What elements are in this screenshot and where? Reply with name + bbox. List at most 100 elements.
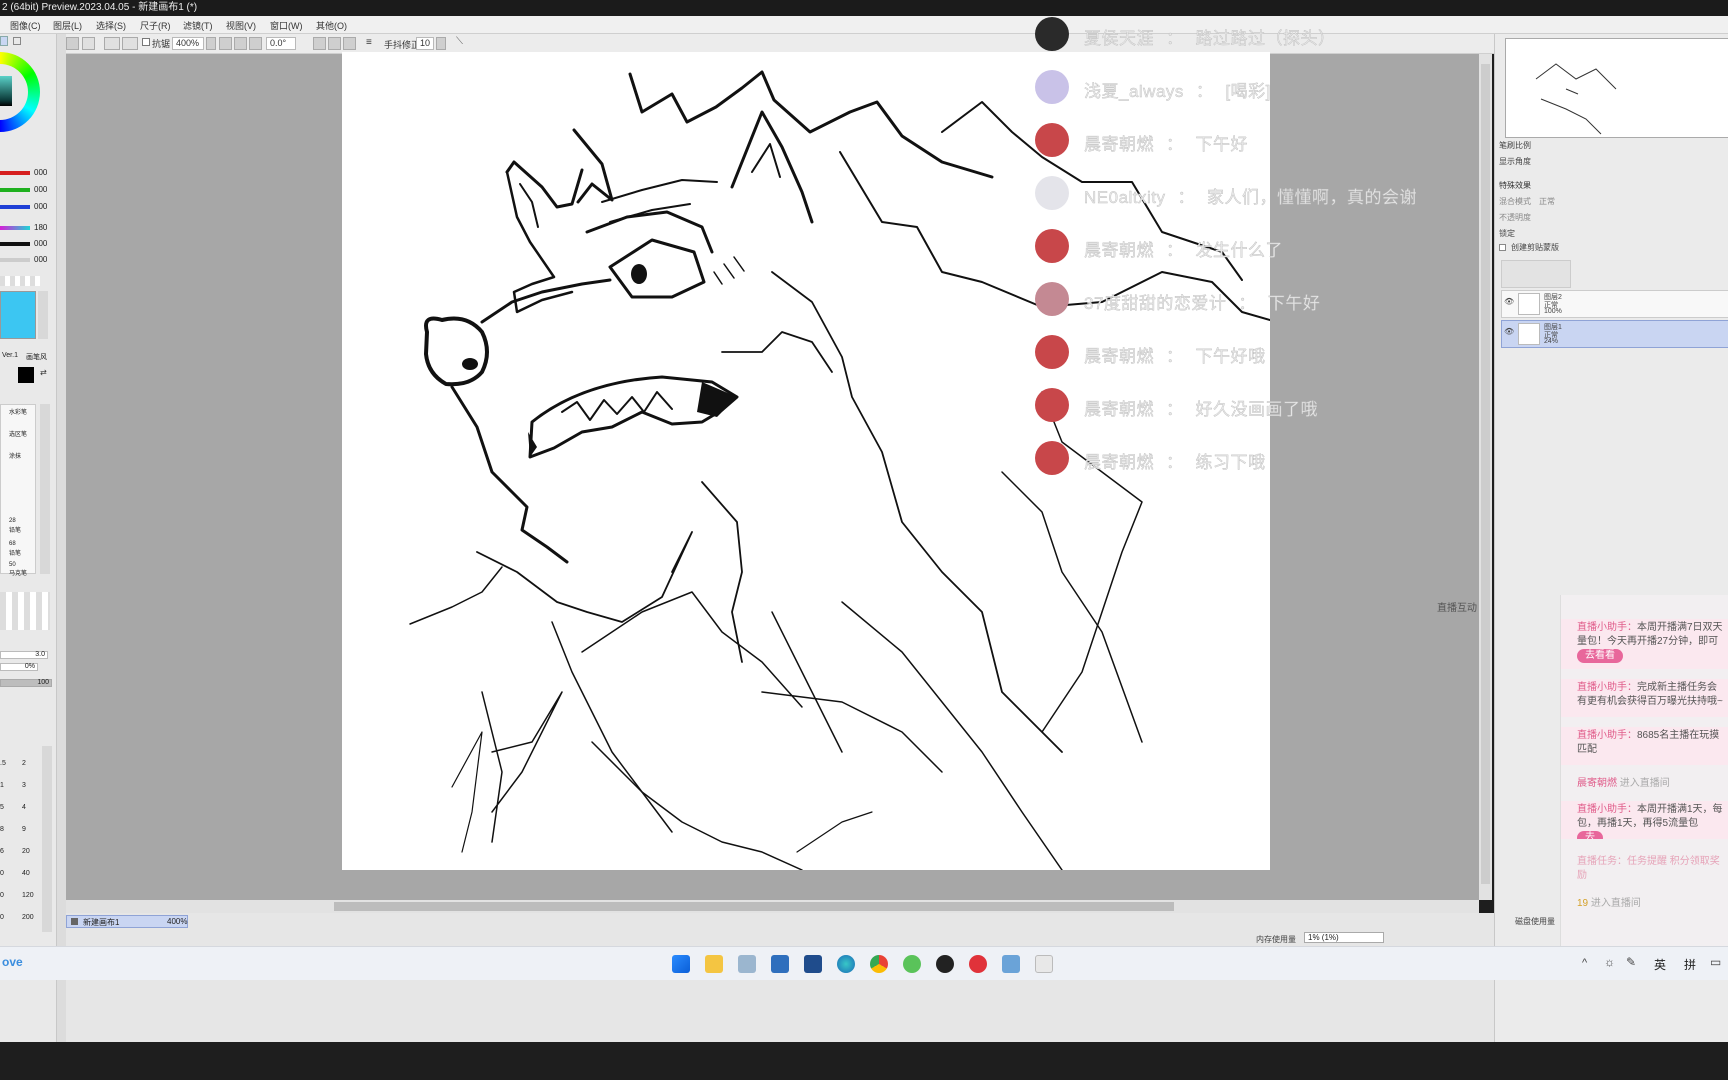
- invert-button[interactable]: [122, 37, 138, 50]
- document-tab[interactable]: 新建画布1 400%: [66, 915, 188, 928]
- start-icon[interactable]: [672, 955, 690, 973]
- brush-list-scrollbar[interactable]: [40, 404, 50, 574]
- swap-colors-icon[interactable]: ⇄: [40, 368, 47, 377]
- size-cell[interactable]: 200: [22, 914, 34, 921]
- size-cell[interactable]: 3: [22, 782, 26, 789]
- rotate-reset-button[interactable]: [343, 37, 356, 50]
- qq-icon[interactable]: [936, 955, 954, 973]
- undo-button[interactable]: [66, 37, 79, 50]
- menu-window[interactable]: 窗口(W): [270, 19, 303, 32]
- val-slider[interactable]: [0, 258, 30, 262]
- size-cell[interactable]: 4: [22, 804, 26, 811]
- rotation-field[interactable]: 0.0°: [266, 37, 296, 50]
- size-cell[interactable]: 0: [0, 914, 4, 921]
- ime-english-label[interactable]: 英: [1654, 956, 1666, 973]
- size-cell[interactable]: 6: [0, 848, 4, 855]
- brush-selection[interactable]: 选区笔: [9, 429, 27, 438]
- photos-icon[interactable]: [738, 955, 756, 973]
- size-cell[interactable]: 5: [0, 804, 4, 811]
- ime-pinyin-label[interactable]: 拼: [1684, 956, 1696, 973]
- store-icon[interactable]: [804, 955, 822, 973]
- val-value[interactable]: 000: [34, 255, 47, 264]
- screen-icon[interactable]: ▭: [1710, 955, 1721, 969]
- go-see-button[interactable]: 去看看: [1577, 649, 1623, 663]
- brush-min-size-slider[interactable]: 0%: [0, 663, 38, 671]
- zoom-dropdown[interactable]: [206, 37, 216, 50]
- red-slider[interactable]: [0, 171, 30, 175]
- flip-icon[interactable]: ≡: [366, 37, 372, 48]
- scroll-thumb[interactable]: [334, 902, 1174, 911]
- hue-value[interactable]: 180: [34, 223, 47, 232]
- menu-image[interactable]: 图像(C): [10, 19, 41, 32]
- menu-filter[interactable]: 滤镜(T): [183, 19, 213, 32]
- size-cell[interactable]: 40: [22, 870, 30, 877]
- zoom-reset-button[interactable]: [249, 37, 262, 50]
- size-cell[interactable]: 1: [0, 782, 4, 789]
- size-cell[interactable]: 0: [0, 892, 4, 899]
- panel-tab[interactable]: [0, 36, 8, 46]
- rotate-left-button[interactable]: [313, 37, 326, 50]
- red-value[interactable]: 000: [34, 168, 47, 177]
- taskbar-widget-text[interactable]: ove: [2, 955, 23, 969]
- primary-color-box[interactable]: [18, 367, 34, 383]
- netease-music-icon[interactable]: [969, 955, 987, 973]
- app-icon[interactable]: [1002, 955, 1020, 973]
- sat-slider[interactable]: [0, 242, 30, 246]
- brush-smudge[interactable]: 涂抹: [9, 451, 21, 460]
- green-slider[interactable]: [0, 188, 30, 192]
- scroll-thumb[interactable]: [1481, 64, 1490, 884]
- swatch-row[interactable]: [0, 276, 40, 286]
- anti-alias-checkbox[interactable]: [142, 38, 150, 46]
- tool-tab-brush-style[interactable]: 画笔风: [26, 352, 47, 362]
- vertical-scrollbar[interactable]: [1479, 54, 1492, 900]
- swatch-scrollbar[interactable]: [38, 291, 48, 339]
- redo-button[interactable]: [82, 37, 95, 50]
- stabilizer-field[interactable]: 10: [416, 37, 434, 50]
- paint-tool-sai-icon[interactable]: [1035, 955, 1053, 973]
- brush-pencil-1[interactable]: 铅笔: [9, 525, 21, 534]
- file-explorer-icon[interactable]: [705, 955, 723, 973]
- menu-select[interactable]: 选择(S): [96, 19, 126, 32]
- chevron-up-icon[interactable]: ^: [1582, 957, 1587, 969]
- menu-view[interactable]: 视图(V): [226, 19, 256, 32]
- blue-value[interactable]: 000: [34, 202, 47, 211]
- clipping-mask-checkbox[interactable]: [1499, 244, 1506, 251]
- size-cell[interactable]: 0: [0, 870, 4, 877]
- eye-icon[interactable]: 👁: [1504, 327, 1514, 336]
- brush-density-slider[interactable]: 100: [0, 679, 52, 687]
- go-button[interactable]: 去: [1577, 831, 1603, 839]
- color-square[interactable]: [0, 76, 12, 106]
- hue-slider[interactable]: [0, 226, 30, 230]
- size-cell[interactable]: 120: [22, 892, 34, 899]
- layer-row-selected[interactable]: 👁 图层1 正常 24%: [1501, 320, 1728, 348]
- layer-toolbar[interactable]: [1501, 260, 1571, 288]
- edge-icon[interactable]: [837, 955, 855, 973]
- brush-watercolor[interactable]: 水彩笔: [9, 407, 27, 416]
- menu-ruler[interactable]: 尺子(R): [140, 19, 171, 32]
- zoom-out-button[interactable]: [219, 37, 232, 50]
- deselect-button[interactable]: [104, 37, 120, 50]
- eye-icon[interactable]: 👁: [1504, 297, 1514, 306]
- tool-tab-ver1[interactable]: Ver.1: [2, 352, 18, 359]
- special-effects-label[interactable]: 特殊效果: [1499, 180, 1531, 191]
- rotate-right-button[interactable]: [328, 37, 341, 50]
- brush-size-slider[interactable]: 3.0: [0, 651, 48, 659]
- size-cell[interactable]: 2: [22, 760, 26, 767]
- zoom-field[interactable]: 400%: [172, 37, 204, 50]
- menu-other[interactable]: 其他(O): [316, 19, 347, 32]
- size-cell[interactable]: 9: [22, 826, 26, 833]
- wechat-icon[interactable]: [903, 955, 921, 973]
- brush-marker[interactable]: 马克笔: [9, 568, 27, 577]
- panel-option-icon[interactable]: [13, 37, 21, 45]
- size-grid-scrollbar[interactable]: [42, 746, 52, 932]
- horizontal-scrollbar[interactable]: [66, 900, 1479, 913]
- green-value[interactable]: 000: [34, 185, 47, 194]
- stabilizer-dropdown[interactable]: [436, 37, 446, 50]
- navigator-preview[interactable]: [1505, 38, 1728, 138]
- outlook-icon[interactable]: [771, 955, 789, 973]
- color-swatch-grid[interactable]: [0, 291, 36, 339]
- settings-icon[interactable]: ☼: [1604, 955, 1615, 969]
- menu-layer[interactable]: 图层(L): [53, 19, 82, 32]
- size-cell[interactable]: 20: [22, 848, 30, 855]
- brush-pencil-2[interactable]: 铅笔: [9, 548, 21, 557]
